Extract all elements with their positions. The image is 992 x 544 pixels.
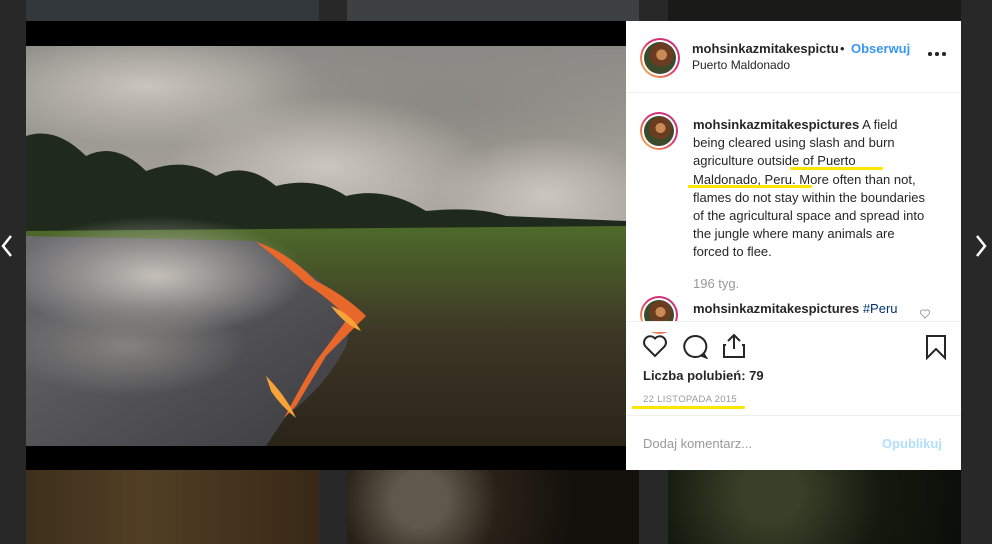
- highlight-mark: [688, 185, 812, 188]
- comments-fade: [626, 322, 961, 332]
- location-link[interactable]: Puerto Maldonado: [692, 58, 790, 72]
- bookmark-icon[interactable]: [925, 334, 947, 360]
- header-username[interactable]: mohsinkazmitakespictures: [692, 41, 838, 56]
- hashtag-link[interactable]: #Peru: [863, 301, 898, 316]
- avatar[interactable]: [640, 38, 680, 78]
- caption: mohsinkazmitakespictures A field being c…: [693, 116, 925, 262]
- header-separator: •: [840, 41, 845, 56]
- highlight-mark: [632, 406, 745, 409]
- caption-avatar[interactable]: [640, 112, 678, 150]
- share-icon[interactable]: [722, 333, 746, 359]
- input-divider: [626, 415, 961, 416]
- comment-author[interactable]: mohsinkazmitakespictures: [693, 301, 859, 316]
- caption-text: A field being cleared using slash and bu…: [693, 117, 925, 260]
- post-date[interactable]: 22 LISTOPADA 2015: [643, 394, 737, 405]
- comment-item: mohsinkazmitakespictures #Peru: [693, 301, 898, 316]
- caption-author[interactable]: mohsinkazmitakespictures: [693, 117, 859, 132]
- comment-input[interactable]: Dodaj komentarz...: [643, 436, 873, 451]
- chevron-right-icon[interactable]: [974, 232, 988, 260]
- likes-count[interactable]: Liczba polubień: 79: [643, 368, 764, 383]
- highlight-mark: [790, 167, 883, 170]
- more-options-icon[interactable]: [928, 52, 946, 58]
- comment-icon[interactable]: [682, 334, 708, 359]
- post-comment-button[interactable]: Opublikuj: [882, 436, 942, 451]
- follow-button[interactable]: Obserwuj: [851, 41, 910, 56]
- header-divider: [626, 92, 961, 93]
- comment-age: 196 tyg.: [693, 276, 740, 291]
- comment-like-icon[interactable]: [919, 309, 931, 319]
- chevron-left-icon[interactable]: [0, 232, 14, 260]
- post-photo[interactable]: [26, 46, 626, 446]
- heart-icon[interactable]: [642, 334, 668, 358]
